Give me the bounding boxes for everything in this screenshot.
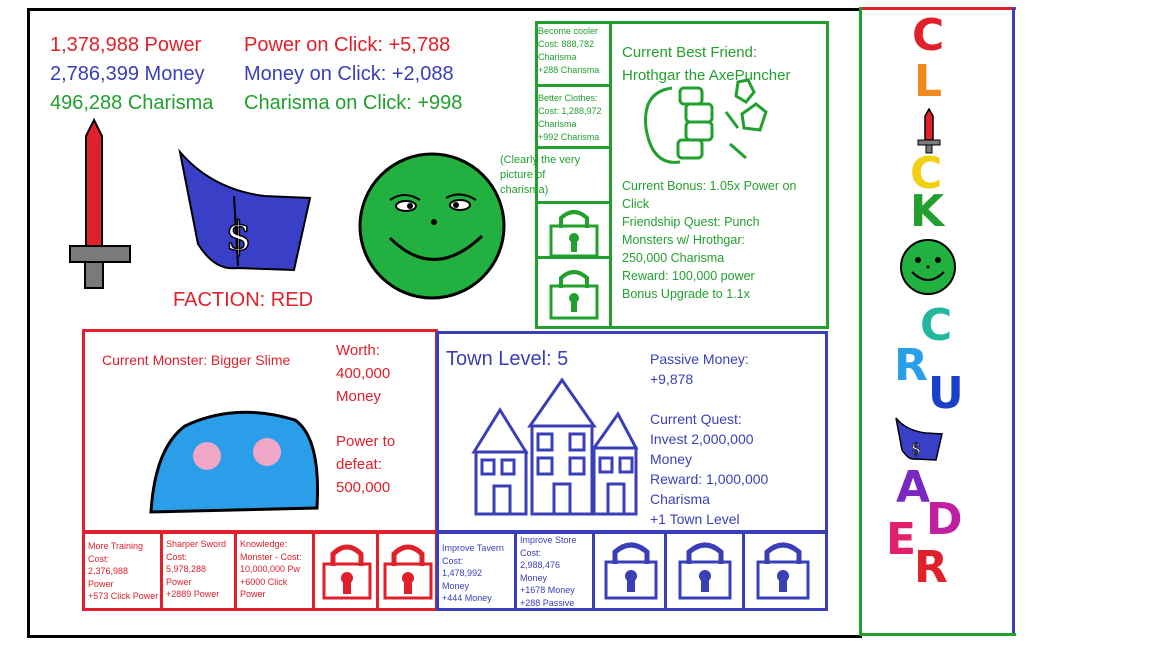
money-flag-clicker[interactable]: $ bbox=[174, 148, 316, 274]
improve-tavern-button[interactable]: Improve Tavern Cost: 1,478,992 Money +44… bbox=[439, 534, 517, 608]
lock-icon bbox=[756, 542, 810, 600]
town-quest: Current Quest: Invest 2,000,000 Money Re… bbox=[650, 411, 769, 527]
sword-power-clicker[interactable] bbox=[66, 118, 136, 293]
better-clothes-button[interactable]: Better Clothes: Cost: 1,288,972 Charisma… bbox=[535, 89, 612, 149]
logo-smiley-icon bbox=[900, 239, 956, 295]
power-on-click: Power on Click: +5,788 bbox=[244, 34, 451, 56]
logo-letter-r2: R bbox=[914, 542, 948, 593]
logo-letter-c1: C bbox=[912, 10, 945, 61]
logo-letter-u: U bbox=[928, 368, 964, 419]
become-cooler-button[interactable]: Become cooler Cost: 888,782 Charisma +28… bbox=[535, 21, 612, 87]
title-panel-bottom-border bbox=[860, 633, 1016, 636]
locked-money-upgrade-3[interactable] bbox=[745, 534, 825, 608]
logo-letter-e: E bbox=[886, 514, 917, 565]
money-total: 2,786,399 Money bbox=[50, 63, 205, 85]
smiley-charisma-clicker[interactable] bbox=[356, 150, 508, 302]
svg-text:$: $ bbox=[911, 439, 921, 458]
lock-icon bbox=[549, 270, 599, 320]
town-level: Town Level: 5 bbox=[446, 348, 569, 370]
sharper-sword-button[interactable]: Sharper Sword Cost: 5,978,288 Power +288… bbox=[163, 534, 237, 608]
title-panel-left-border bbox=[859, 7, 862, 636]
logo-letter-l: L bbox=[914, 56, 943, 107]
charisma-on-click: Charisma on Click: +998 bbox=[244, 92, 463, 114]
locked-money-upgrade-1[interactable] bbox=[595, 534, 667, 608]
locked-power-upgrade-2[interactable] bbox=[379, 534, 435, 608]
svg-text:$: $ bbox=[226, 214, 251, 260]
logo-letter-a: A bbox=[896, 462, 931, 513]
town-building[interactable] bbox=[470, 376, 642, 518]
lock-icon bbox=[322, 544, 372, 600]
monster-name: Current Monster: Bigger Slime bbox=[102, 352, 291, 368]
logo-letter-d: D bbox=[926, 494, 963, 545]
charisma-caption: (Clearly the very picture of charisma) bbox=[500, 154, 581, 196]
logo-letter-r1: R bbox=[894, 340, 928, 391]
title-panel-right-border bbox=[1012, 7, 1015, 636]
logo-letter-k: K bbox=[910, 186, 945, 237]
passive-money: Passive Money: +9,878 bbox=[650, 351, 749, 387]
faction-label: FACTION: RED bbox=[173, 289, 314, 311]
lock-icon bbox=[549, 210, 599, 258]
slime-monster[interactable] bbox=[145, 408, 325, 518]
monster-worth: Worth: 400,000 Money bbox=[336, 342, 391, 405]
locked-power-upgrade-1[interactable] bbox=[315, 534, 379, 608]
hrothgar-portrait bbox=[644, 78, 768, 164]
power-total: 1,378,988 Power bbox=[50, 34, 202, 56]
best-friend-details: Current Bonus: 1.05x Power on Click Frie… bbox=[622, 179, 797, 301]
logo-flag-icon: $ bbox=[895, 417, 943, 461]
more-training-button[interactable]: More Training Cost: 2,376,988 Power +573… bbox=[85, 534, 163, 608]
lock-icon bbox=[604, 542, 658, 600]
money-on-click: Money on Click: +2,088 bbox=[244, 63, 454, 85]
charisma-total: 496,288 Charisma bbox=[50, 92, 214, 114]
lock-icon bbox=[383, 544, 433, 600]
monster-power-to-defeat: Power to defeat: 500,000 bbox=[336, 433, 396, 496]
locked-money-upgrade-2[interactable] bbox=[667, 534, 745, 608]
knowledge-button[interactable]: Knowledge: Monster - Cost: 10,000,000 Pw… bbox=[237, 534, 315, 608]
locked-charisma-upgrade-2[interactable] bbox=[535, 262, 612, 326]
locked-charisma-upgrade-1[interactable] bbox=[535, 201, 612, 259]
lock-icon bbox=[678, 542, 732, 600]
improve-store-button[interactable]: Improve Store Cost: 2,988,476 Money +167… bbox=[517, 534, 595, 608]
